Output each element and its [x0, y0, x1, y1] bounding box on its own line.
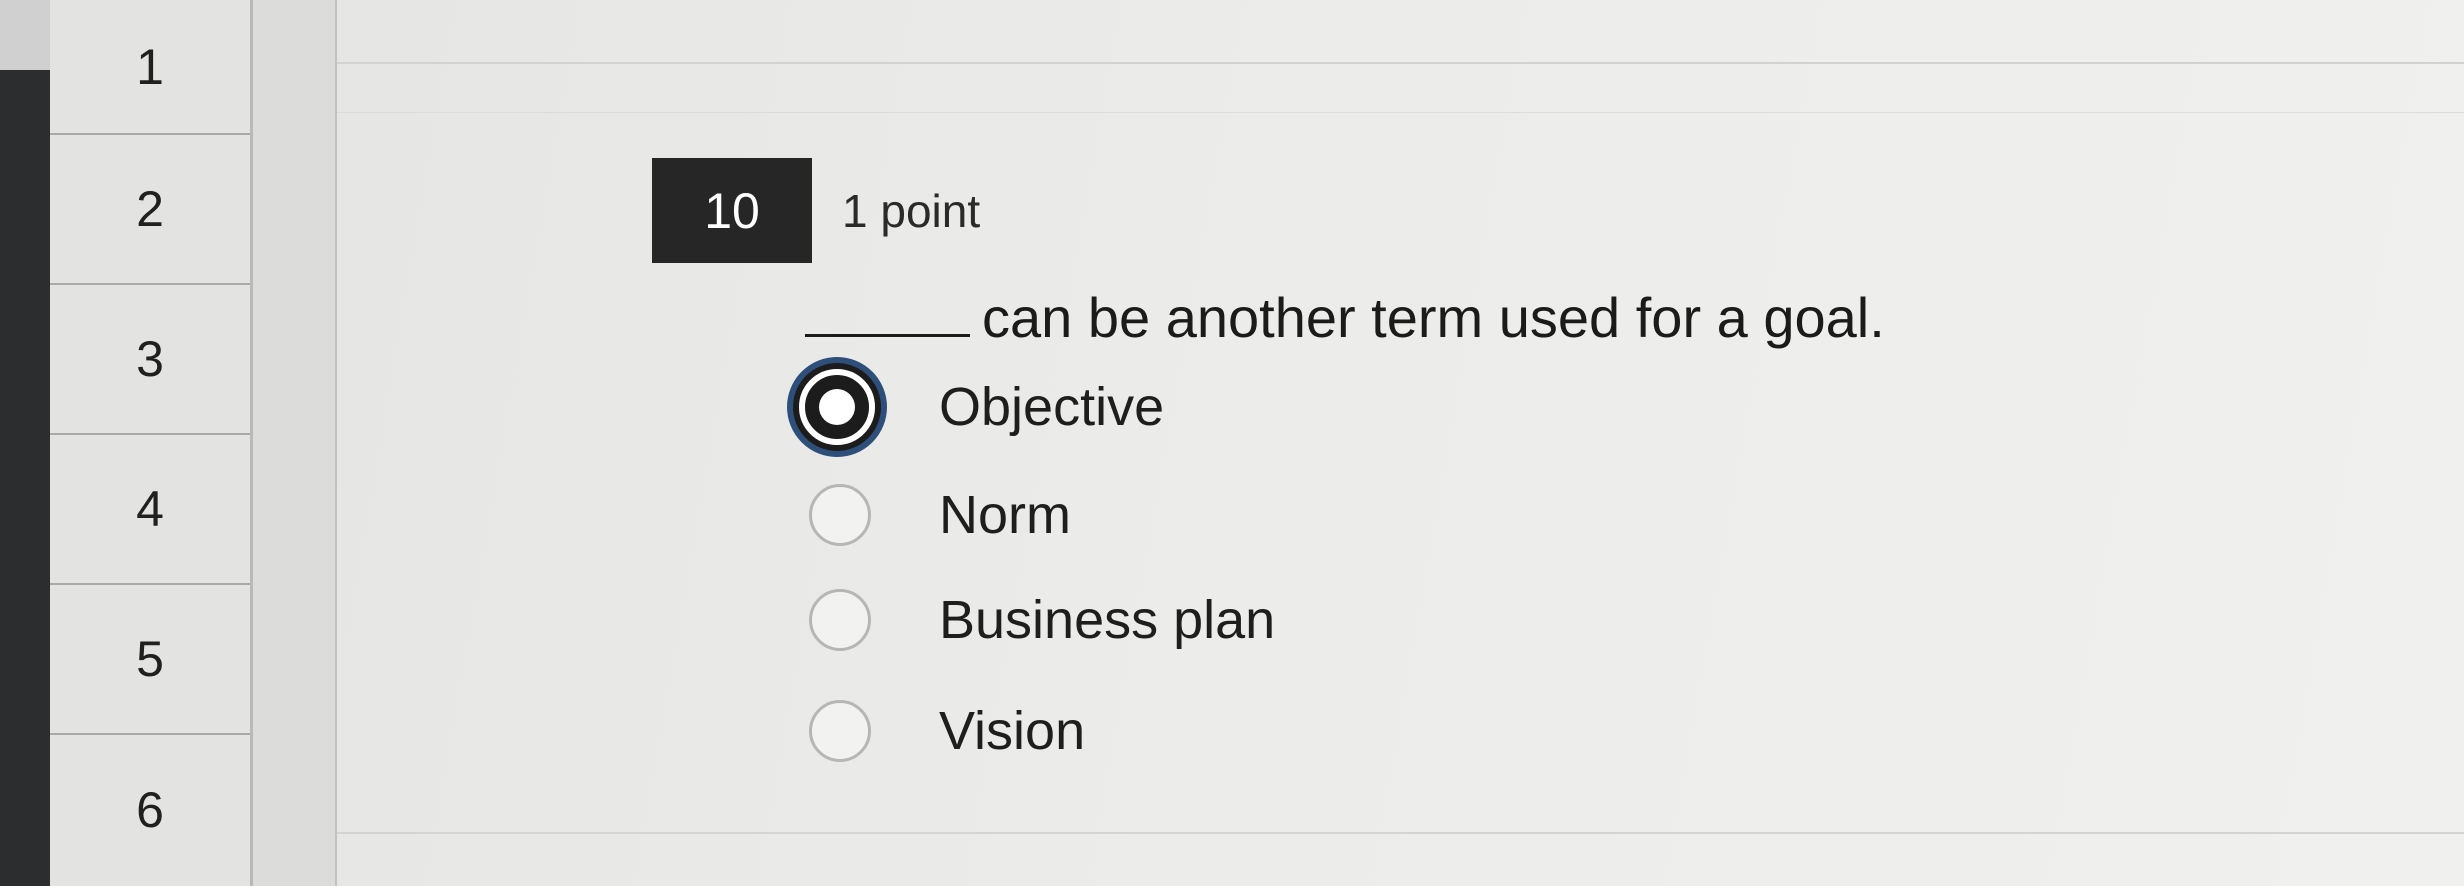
nav-item-question-1[interactable]: 1 — [50, 0, 250, 135]
question-prompt-text: can be another term used for a goal. — [982, 286, 1885, 349]
option-business-plan[interactable]: Business plan — [787, 575, 1687, 665]
gutter — [253, 0, 337, 886]
nav-item-question-5[interactable]: 5 — [50, 585, 250, 735]
question-number-badge: 10 — [652, 158, 812, 263]
divider — [337, 112, 2464, 113]
question-panel: 10 1 point can be another term used for … — [337, 0, 2464, 886]
question-points: 1 point — [842, 185, 981, 237]
question-prompt: can be another term used for a goal. — [805, 285, 1885, 350]
fill-in-blank — [805, 333, 970, 337]
divider — [337, 832, 2464, 834]
option-label: Business plan — [939, 590, 1276, 650]
divider — [337, 62, 2464, 64]
radio-selected-icon[interactable] — [787, 357, 887, 457]
radio-empty-icon[interactable] — [809, 589, 871, 651]
nav-item-question-2[interactable]: 2 — [50, 135, 250, 285]
nav-item-question-6[interactable]: 6 — [50, 735, 250, 885]
option-label: Objective — [939, 377, 1165, 437]
question-navigator: 1 2 3 4 5 6 — [50, 0, 253, 886]
nav-item-question-3[interactable]: 3 — [50, 285, 250, 435]
option-label: Norm — [939, 485, 1071, 545]
radio-empty-icon[interactable] — [809, 700, 871, 762]
left-rail-top — [0, 0, 50, 70]
option-objective[interactable]: Objective — [787, 357, 1687, 457]
option-label: Vision — [939, 701, 1086, 761]
radio-empty-icon[interactable] — [809, 484, 871, 546]
option-norm[interactable]: Norm — [787, 470, 1687, 560]
left-rail — [0, 0, 50, 886]
option-vision[interactable]: Vision — [787, 686, 1687, 776]
nav-item-question-4[interactable]: 4 — [50, 435, 250, 585]
